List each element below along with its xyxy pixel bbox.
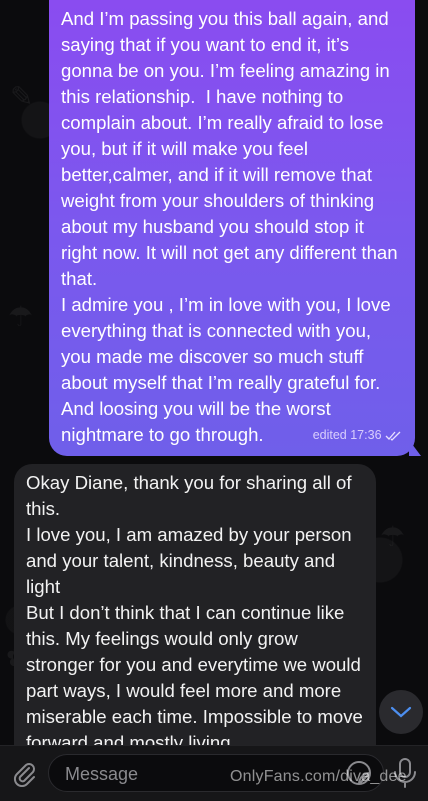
doodle-icon: ☂ xyxy=(8,301,34,332)
chevron-down-icon xyxy=(390,706,412,718)
outgoing-message-text: And I’m passing you this ball again, and… xyxy=(61,8,398,445)
doodle-icon: ✎ xyxy=(10,81,34,112)
outgoing-bubble-tail xyxy=(409,440,421,456)
incoming-message-bubble[interactable]: Okay Diane, thank you for sharing all of… xyxy=(14,464,376,745)
watermark: OnlyFans.com/diva_dee xyxy=(230,768,407,785)
message-meta: edited 17:36 xyxy=(313,422,401,448)
scroll-to-bottom-button[interactable] xyxy=(379,690,423,734)
incoming-message-text: Okay Diane, thank you for sharing all of… xyxy=(26,472,363,745)
outgoing-message-bubble[interactable]: And I’m passing you this ball again, and… xyxy=(49,0,415,456)
message-time: 17:36 xyxy=(350,428,382,442)
chat-background: ✎ ☂ ☂ ✿ And I’m passing you this ball ag… xyxy=(0,0,428,745)
edited-label: edited xyxy=(312,428,347,442)
paperclip-icon[interactable] xyxy=(10,759,38,787)
double-check-icon xyxy=(385,431,401,441)
doodle-icon: ☂ xyxy=(380,521,406,552)
